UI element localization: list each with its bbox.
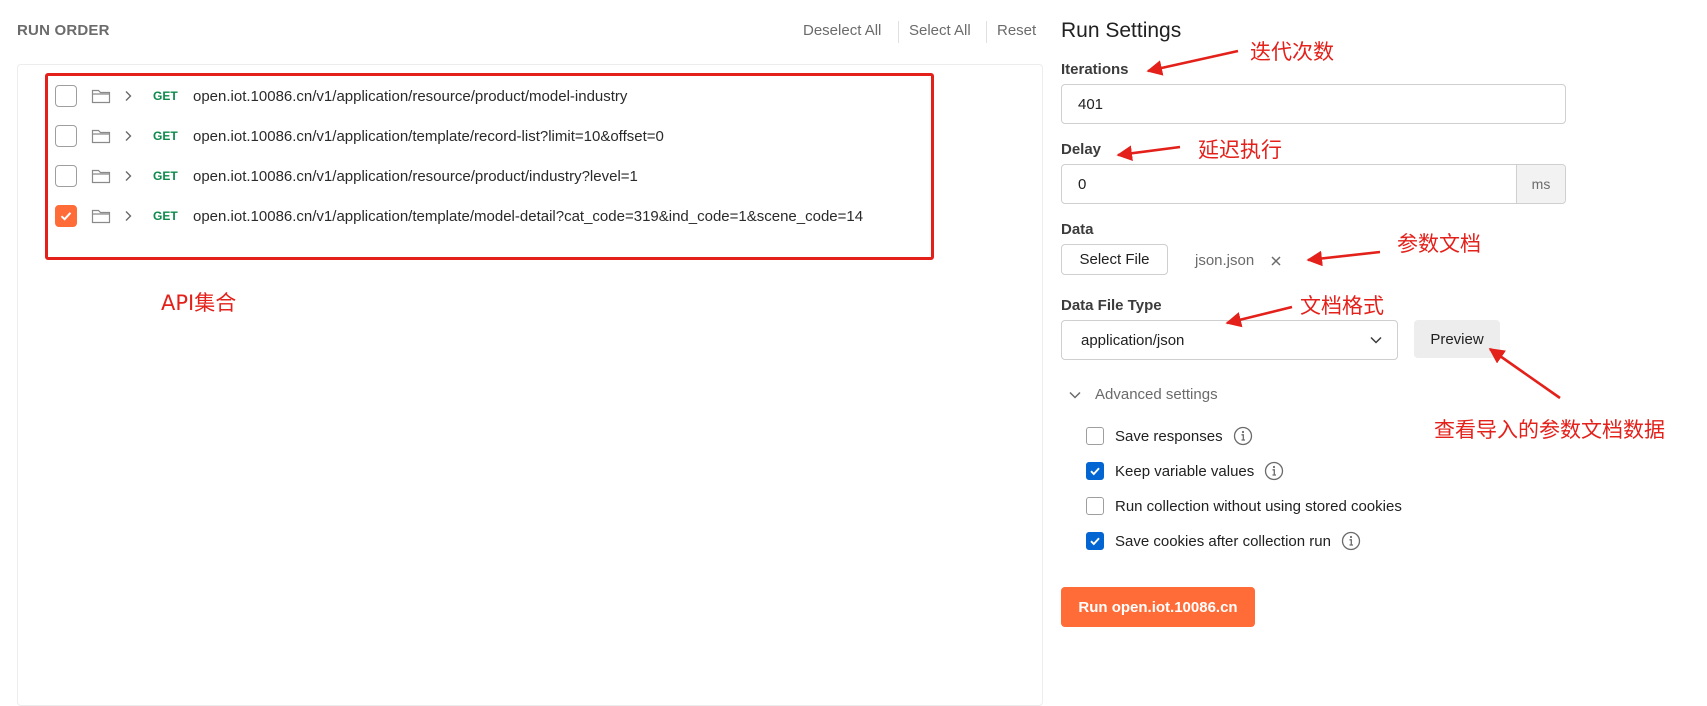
arrow-iterations xyxy=(1146,49,1239,76)
arrow-param-doc xyxy=(1306,250,1381,267)
arrow-doc-format xyxy=(1225,305,1293,328)
arrow-preview xyxy=(1488,347,1561,400)
arrow-delay xyxy=(1116,145,1181,161)
annotation-arrows xyxy=(1116,49,1561,400)
